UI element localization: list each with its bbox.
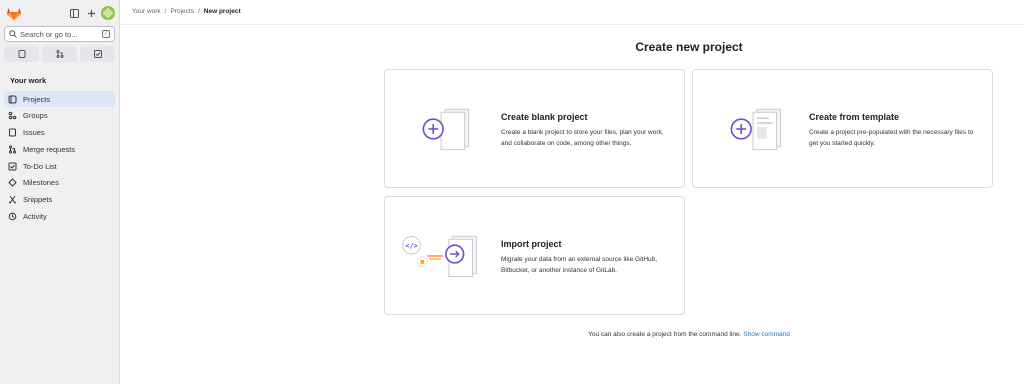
page-title: Create new project (635, 40, 743, 54)
issues-icon (18, 50, 25, 58)
search-shortcut-key: / (102, 30, 110, 38)
card-description: Create a blank project to store your fil… (501, 129, 664, 147)
gitlab-logo-icon[interactable] (6, 5, 22, 21)
sidebar-item-label: Milestones (23, 178, 59, 188)
sidebar-item-issues[interactable]: Issues (4, 125, 115, 141)
issues-icon (8, 128, 17, 137)
breadcrumb: Your work / Projects / New project (132, 8, 241, 15)
sidebar-item-label: Snippets (23, 195, 53, 205)
card-description: Create a project pre-populated with the … (809, 129, 974, 147)
breadcrumb-new-project[interactable]: New project (204, 8, 241, 15)
command-line-text: You can also create a project from the c… (588, 331, 742, 338)
history-icon (8, 212, 17, 221)
search-input[interactable]: Search or go to... / (4, 26, 115, 42)
breadcrumb-separator: / (164, 8, 167, 15)
merge-requests-button[interactable] (42, 46, 77, 62)
search-icon (9, 30, 17, 38)
toggle-sidebar-icon[interactable] (67, 6, 81, 20)
todo-icon (8, 162, 17, 171)
user-avatar[interactable] (101, 6, 115, 20)
card-title: Import project (501, 239, 562, 249)
sidebar-item-milestones[interactable]: Milestones (4, 175, 115, 191)
sidebar-item-activity[interactable]: Activity (4, 209, 115, 225)
assigned-issues-button[interactable] (4, 46, 39, 62)
create-new-icon[interactable] (84, 6, 98, 20)
sidebar-item-label: To-Do List (23, 161, 57, 171)
show-command-link[interactable]: Show command (743, 331, 790, 338)
sidebar-item-label: Activity (23, 212, 47, 222)
sidebar-item-snippets[interactable]: Snippets (4, 192, 115, 208)
merge-request-icon (8, 145, 17, 154)
todo-icon (93, 50, 102, 58)
breadcrumb-your-work[interactable]: Your work (132, 8, 161, 15)
quick-actions (4, 46, 115, 62)
import-project-illustration-icon: </> (402, 235, 477, 278)
milestone-icon (8, 178, 17, 188)
svg-text:</>: </> (405, 242, 417, 250)
template-project-illustration-icon (730, 108, 782, 151)
sidebar-item-label: Groups (23, 111, 48, 121)
merge-request-icon (56, 50, 63, 58)
group-icon (8, 111, 17, 120)
todo-button[interactable] (80, 46, 115, 62)
sidebar-item-merge-requests[interactable]: Merge requests (4, 141, 115, 157)
project-icon (8, 95, 17, 104)
command-line-hint: You can also create a project from the c… (384, 331, 994, 338)
card-title: Create from template (809, 112, 900, 122)
header-divider (120, 24, 1024, 25)
sidebar-item-todo-list[interactable]: To-Do List (4, 158, 115, 174)
sidebar-item-label: Merge requests (23, 144, 76, 154)
snippet-icon (8, 195, 17, 204)
card-title: Create blank project (501, 112, 588, 122)
sidebar-item-groups[interactable]: Groups (4, 108, 115, 124)
blank-project-illustration-icon (422, 108, 470, 151)
create-blank-project-card[interactable]: Create blank project Create a blank proj… (384, 69, 685, 188)
sidebar-item-label: Issues (23, 128, 45, 138)
import-project-card[interactable]: </> Import project Migrate your data fro… (384, 196, 685, 315)
sidebar-header (0, 0, 119, 26)
sidebar: Search or go to... / Your work Projects … (0, 0, 120, 384)
sidebar-section-title: Your work (10, 76, 47, 85)
sidebar-item-projects[interactable]: Projects (4, 91, 115, 107)
sidebar-item-label: Projects (23, 94, 51, 104)
search-placeholder: Search or go to... (20, 29, 78, 39)
create-from-template-card[interactable]: Create from template Create a project pr… (692, 69, 993, 188)
breadcrumb-projects[interactable]: Projects (170, 8, 193, 15)
breadcrumb-separator: / (197, 8, 200, 15)
card-description: Migrate your data from an external sourc… (501, 256, 658, 274)
